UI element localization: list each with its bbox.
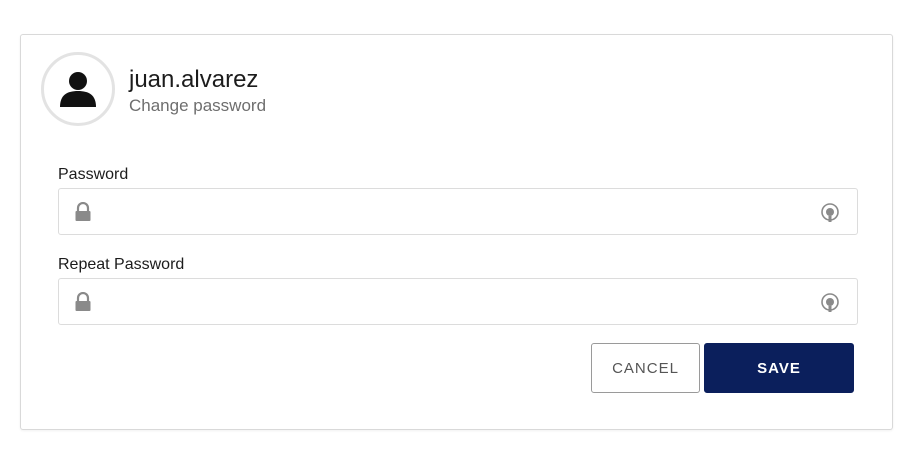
- repeat-password-label: Repeat Password: [58, 256, 185, 273]
- save-button[interactable]: SAVE: [704, 343, 854, 393]
- password-field-container: [58, 188, 858, 236]
- page-subtitle: Change password: [129, 96, 267, 115]
- password-input[interactable]: [101, 189, 815, 236]
- avatar: [41, 52, 115, 126]
- repeat-password-field-container: [58, 278, 858, 326]
- lock-icon: [75, 292, 91, 311]
- user-icon: [60, 72, 96, 107]
- lock-icon: [75, 202, 91, 221]
- password-label: Password: [58, 166, 129, 183]
- eye-reveal-icon[interactable]: [819, 291, 841, 313]
- eye-reveal-icon[interactable]: [819, 201, 841, 223]
- cancel-button[interactable]: CANCEL: [591, 343, 700, 393]
- repeat-password-input[interactable]: [101, 279, 815, 326]
- username: juan.alvarez: [129, 66, 259, 93]
- change-password-card: juan.alvarez Change password Password Re…: [20, 34, 893, 430]
